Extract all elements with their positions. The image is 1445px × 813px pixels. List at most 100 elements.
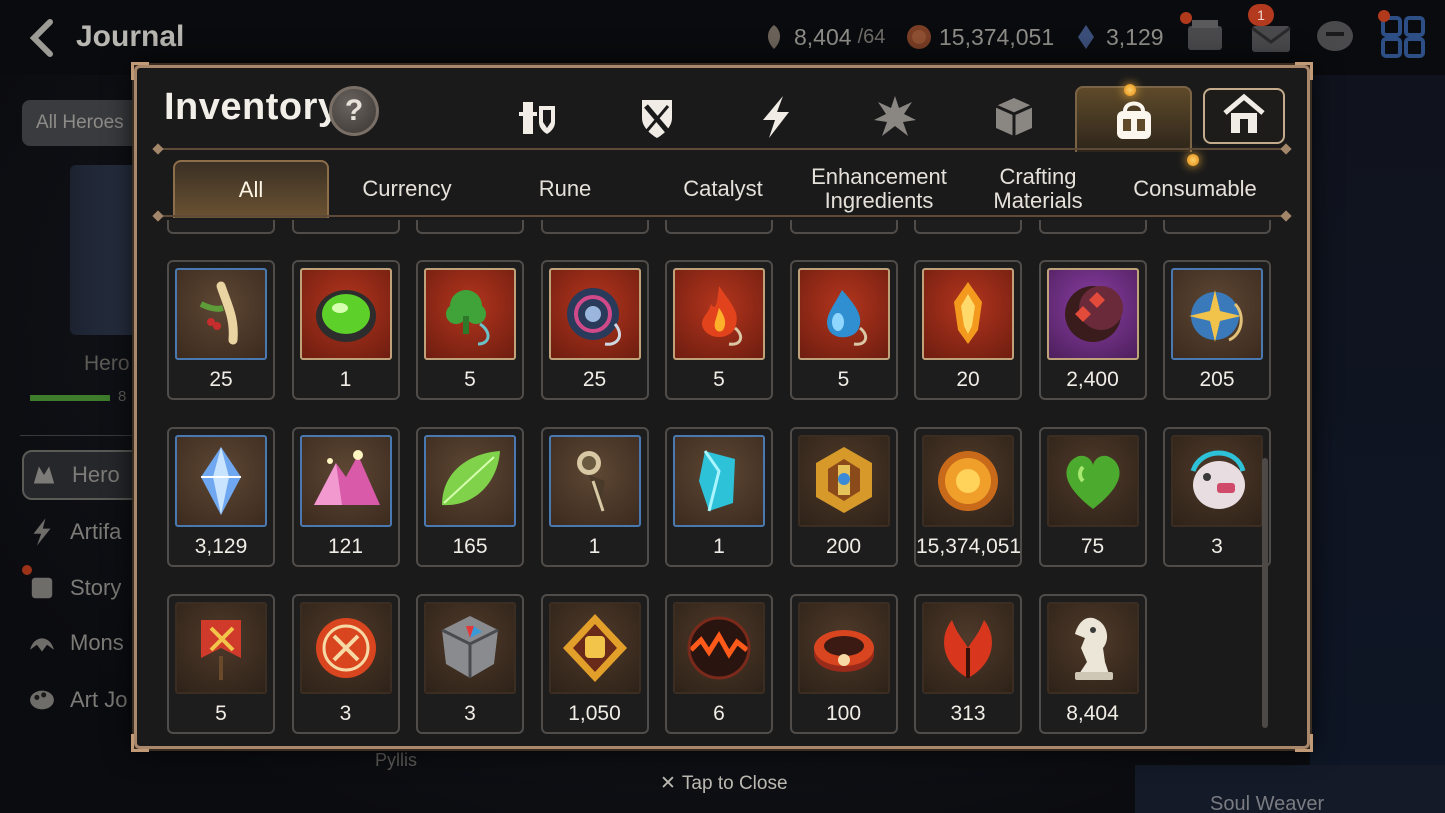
inventory-item[interactable]: 8,404 xyxy=(1038,594,1147,734)
inventory-item[interactable]: 1 xyxy=(291,260,400,400)
fist-emblem-icon xyxy=(562,614,627,682)
scrollbar[interactable] xyxy=(1262,458,1268,728)
inventory-item[interactable]: 25 xyxy=(540,260,649,400)
nav-artifact[interactable]: Artifa xyxy=(22,507,152,557)
nav-hero[interactable]: Hero xyxy=(22,450,152,500)
inventory-item[interactable]: 1 xyxy=(665,427,773,567)
inventory-item[interactable]: 5 xyxy=(789,260,898,400)
nav-label: Story xyxy=(70,575,122,600)
tab-crafting-materials[interactable]: Crafting Materials xyxy=(979,160,1097,218)
frame-corner xyxy=(1295,62,1313,80)
item-frame xyxy=(673,435,765,527)
inventory-modal: Inventory ? All Currency Rune Catalyst E… xyxy=(131,62,1313,752)
hero-progress-count: 8 xyxy=(118,388,127,405)
inventory-item[interactable]: 5 xyxy=(167,594,275,734)
inventory-grid[interactable]: 25 1 5 25 5 5 20 2,400 205 3,129 121 165 1 1 200 15,374… xyxy=(162,220,1272,735)
inventory-item[interactable]: 1 xyxy=(540,427,649,567)
skystone-counter[interactable]: 3,129 xyxy=(1072,20,1164,54)
bag-icon[interactable] xyxy=(1075,86,1192,152)
gold-value: 15,374,051 xyxy=(939,23,1055,50)
item-quantity: 1 xyxy=(339,368,352,391)
gold-counter[interactable]: 15,374,051 xyxy=(905,20,1054,54)
inventory-item[interactable]: 6 xyxy=(665,594,773,734)
stamina-counter[interactable]: 8,404/64 xyxy=(760,20,885,54)
nav-story[interactable]: Story xyxy=(22,563,152,613)
shield-sword-icon[interactable] xyxy=(628,88,686,146)
menu-grid-icon[interactable] xyxy=(1378,10,1426,58)
tab-rune[interactable]: Rune xyxy=(487,160,643,218)
inventory-item[interactable]: 3 xyxy=(416,594,524,734)
item-frame xyxy=(299,602,392,694)
skystone-icon xyxy=(1072,23,1100,51)
tab-all[interactable]: All xyxy=(173,160,329,218)
inventory-item[interactable]: 5 xyxy=(665,260,773,400)
tab-consumable[interactable]: Consumable xyxy=(1117,160,1273,218)
inventory-item[interactable]: 25 xyxy=(167,260,275,400)
all-heroes-dropdown[interactable]: All Heroes xyxy=(22,100,142,146)
item-frame xyxy=(424,435,516,527)
tap-to-close-button[interactable]: ✕ Tap to Close xyxy=(660,772,788,795)
inventory-item[interactable]: 200 xyxy=(789,427,898,567)
scrolled-item-slot[interactable] xyxy=(167,220,275,234)
inventory-item[interactable]: 20 xyxy=(914,260,1022,400)
lava-orb-icon xyxy=(687,616,751,680)
inventory-item[interactable]: 2,400 xyxy=(1038,260,1147,400)
item-frame xyxy=(175,602,267,694)
item-frame xyxy=(797,268,890,360)
inventory-item[interactable]: 313 xyxy=(914,594,1022,734)
item-frame xyxy=(922,435,1014,527)
scrolled-item-slot[interactable] xyxy=(540,220,649,234)
nav-monster[interactable]: Mons xyxy=(22,618,152,668)
item-frame xyxy=(797,602,890,694)
inventory-item[interactable]: 1,050 xyxy=(540,594,649,734)
scrolled-item-slot[interactable] xyxy=(789,220,898,234)
nav-label: Mons xyxy=(70,630,124,655)
red-leaf-icon xyxy=(944,620,992,678)
inventory-item[interactable]: 3 xyxy=(291,594,400,734)
item-frame xyxy=(673,602,765,694)
gold-coin-icon xyxy=(905,23,933,51)
inventory-item[interactable]: 15,374,051 xyxy=(914,427,1022,567)
inventory-item[interactable]: 165 xyxy=(416,427,524,567)
help-button[interactable]: ? xyxy=(329,86,379,136)
back-arrow-icon[interactable] xyxy=(24,18,64,58)
frame-corner xyxy=(131,734,149,752)
tab-currency[interactable]: Currency xyxy=(329,160,485,218)
scrolled-item-slot[interactable] xyxy=(914,220,1022,234)
equipment-icon[interactable] xyxy=(509,88,567,146)
fire-pendant-icon xyxy=(702,286,743,346)
scrolled-item-slot[interactable] xyxy=(665,220,773,234)
inventory-item[interactable]: 75 xyxy=(1038,427,1147,567)
scrolled-item-slot[interactable] xyxy=(1038,220,1147,234)
frame-corner xyxy=(131,62,149,80)
notification-dot xyxy=(1180,12,1192,24)
lightning-icon[interactable] xyxy=(747,88,805,146)
hero-icon xyxy=(24,455,64,495)
tab-enhancement-ingredients[interactable]: Enhancement Ingredients xyxy=(803,160,955,218)
divider xyxy=(157,215,1287,217)
chess-knight-icon xyxy=(1074,617,1113,680)
inventory-item[interactable]: 3,129 xyxy=(167,427,275,567)
stamina-icon xyxy=(760,23,788,51)
item-quantity: 165 xyxy=(452,535,488,558)
tab-catalyst[interactable]: Catalyst xyxy=(645,160,801,218)
mail-icon[interactable]: 1 xyxy=(1248,4,1294,58)
scrolled-item-slot[interactable] xyxy=(291,220,400,234)
house-icon[interactable] xyxy=(1203,88,1285,144)
cube-icon[interactable] xyxy=(985,88,1043,146)
scrolled-item-slot[interactable] xyxy=(1163,220,1271,234)
divider-ornament xyxy=(152,143,164,155)
inventory-item[interactable]: 205 xyxy=(1163,260,1271,400)
chat-icon[interactable] xyxy=(1312,16,1358,58)
item-quantity: 205 xyxy=(1199,368,1235,391)
inventory-item[interactable]: 121 xyxy=(291,427,400,567)
inventory-item[interactable]: 5 xyxy=(416,260,524,400)
item-quantity: 8,404 xyxy=(1066,702,1119,725)
scrolled-item-slot[interactable] xyxy=(416,220,524,234)
divider xyxy=(20,435,135,436)
burst-icon[interactable] xyxy=(866,88,924,146)
inventory-item[interactable]: 100 xyxy=(789,594,898,734)
shop-icon[interactable] xyxy=(1180,12,1228,58)
nav-art-journal[interactable]: Art Jo xyxy=(22,675,152,725)
inventory-item[interactable]: 3 xyxy=(1163,427,1271,567)
